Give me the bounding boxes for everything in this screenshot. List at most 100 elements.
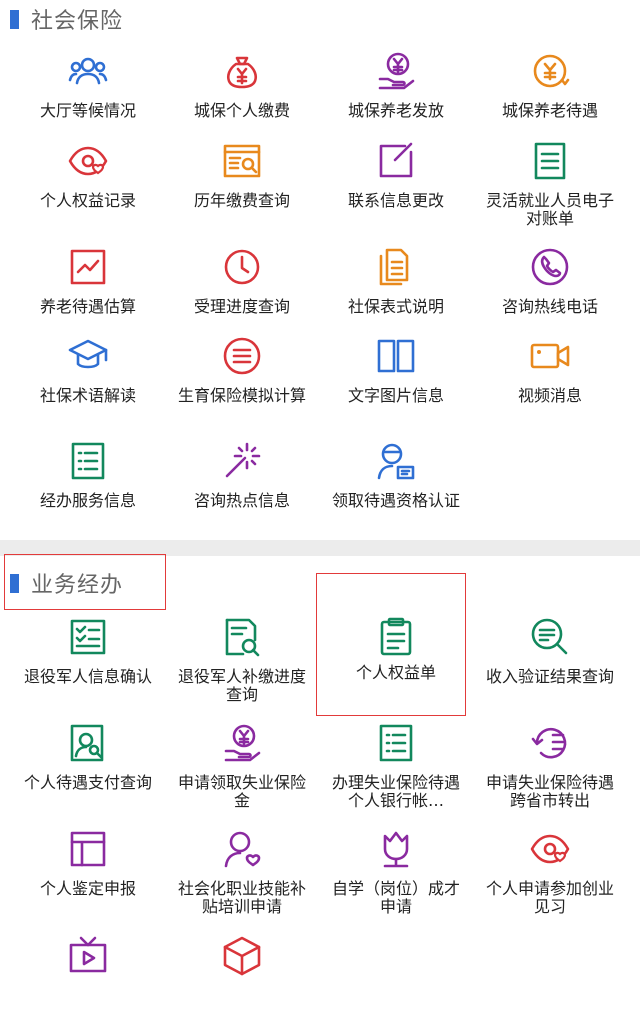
grid-item[interactable]: 城保养老待遇	[480, 50, 620, 150]
grid-item[interactable]: 城保养老发放	[326, 50, 466, 150]
eye-heart-icon	[529, 828, 571, 870]
grid-item-label: 生育保险模拟计算	[177, 387, 306, 405]
grid-item-label: 社会化职业技能补贴培训申请	[177, 880, 306, 916]
grid-item-label: 灵活就业人员电子对账单	[485, 192, 614, 228]
grid-item[interactable]: 咨询热线电话	[480, 246, 620, 346]
grid-item-label: 退役军人补缴进度查询	[177, 668, 306, 704]
list-document-icon	[67, 440, 109, 482]
grid-item[interactable]: 经办服务信息	[18, 440, 158, 540]
grid-item-label: 个人权益单	[355, 664, 436, 682]
section-accent-bar	[10, 9, 19, 29]
file-stack-icon	[375, 246, 417, 288]
grid-item[interactable]: 城保个人缴费	[172, 50, 312, 150]
grid-item[interactable]: 视频消息	[480, 335, 620, 435]
layout-icon	[67, 828, 109, 870]
grid-item-label: 历年缴费查询	[193, 192, 290, 210]
grid-item-label: 视频消息	[517, 387, 582, 405]
grid-item-label: 社保术语解读	[39, 387, 136, 405]
grid-item[interactable]: 申请领取失业保险金	[172, 722, 312, 822]
grid-item[interactable]	[18, 935, 158, 1035]
yuan-refresh-icon	[529, 50, 571, 92]
grid-item-label: 联系信息更改	[347, 192, 444, 210]
grid-item-label: 申请领取失业保险金	[177, 774, 306, 810]
document-search-icon	[221, 140, 263, 182]
grid-item-label: 收入验证结果查询	[485, 668, 614, 686]
person-search-icon	[67, 722, 109, 764]
grid-item[interactable]: 自学（岗位）成才申请	[326, 828, 466, 928]
grid-item-label: 文字图片信息	[347, 387, 444, 405]
grid-item-label: 申请失业保险待遇跨省市转出	[485, 774, 614, 810]
user-heart-icon	[221, 828, 263, 870]
section-title-social: 社会保险	[31, 9, 124, 34]
grid-item-label: 大厅等候情况	[39, 102, 136, 120]
tv-play-icon	[67, 935, 109, 977]
graduation-cap-icon	[67, 335, 109, 377]
highlight-box-section-title	[4, 554, 166, 610]
grid-item[interactable]: 个人待遇支付查询	[18, 722, 158, 822]
eye-heart-icon	[67, 140, 109, 182]
grid-item-label: 个人权益记录	[39, 192, 136, 210]
user-verify-icon	[375, 440, 417, 482]
yuan-hand-icon	[221, 722, 263, 764]
cube-icon	[221, 935, 263, 977]
video-camera-icon	[529, 335, 571, 377]
grid-item[interactable]: 个人权益单	[326, 616, 466, 716]
grid-item[interactable]: 办理失业保险待遇个人银行帐…	[326, 722, 466, 822]
section-header-social: 社会保险	[10, 2, 123, 36]
grid-item-label: 领取待遇资格认证	[331, 492, 460, 510]
grid-item[interactable]: 个人权益记录	[18, 140, 158, 240]
magic-wand-icon	[221, 440, 263, 482]
grid-item[interactable]: 社保术语解读	[18, 335, 158, 435]
clock-icon	[221, 246, 263, 288]
grid-item-label: 养老待遇估算	[39, 298, 136, 316]
grid-item[interactable]: 受理进度查询	[172, 246, 312, 346]
grid-item-label: 城保个人缴费	[193, 102, 290, 120]
grid-item-label: 个人待遇支付查询	[23, 774, 152, 792]
grid-item-label: 经办服务信息	[39, 492, 136, 510]
list-circle-icon	[221, 335, 263, 377]
trend-chart-icon	[67, 246, 109, 288]
grid-item-label: 城保养老发放	[347, 102, 444, 120]
grid-item[interactable]: 社保表式说明	[326, 246, 466, 346]
grid-item-label: 自学（岗位）成才申请	[331, 880, 460, 916]
users-icon	[67, 50, 109, 92]
grid-item[interactable]: 养老待遇估算	[18, 246, 158, 346]
yuan-hand-icon	[375, 50, 417, 92]
grid-item-label: 社保表式说明	[347, 298, 444, 316]
grid-item[interactable]: 联系信息更改	[326, 140, 466, 240]
document-lines-icon	[529, 140, 571, 182]
book-icon	[375, 335, 417, 377]
phone-icon	[529, 246, 571, 288]
grid-item[interactable]: 领取待遇资格认证	[326, 440, 466, 540]
grid-item-label: 办理失业保险待遇个人银行帐…	[331, 774, 460, 810]
grid-item[interactable]: 生育保险模拟计算	[172, 335, 312, 435]
grid-item[interactable]: 大厅等候情况	[18, 50, 158, 150]
grid-item-label: 受理进度查询	[193, 298, 290, 316]
grid-item[interactable]: 历年缴费查询	[172, 140, 312, 240]
checklist-icon	[67, 616, 109, 658]
magnifier-lines-icon	[529, 616, 571, 658]
clipboard-icon	[375, 616, 417, 658]
grid-item[interactable]: 申请失业保险待遇跨省市转出	[480, 722, 620, 822]
grid-item[interactable]	[172, 935, 312, 1035]
grid-item[interactable]: 个人鉴定申报	[18, 828, 158, 928]
grid-item[interactable]: 灵活就业人员电子对账单	[480, 140, 620, 240]
grid-item[interactable]: 文字图片信息	[326, 335, 466, 435]
grid-item[interactable]: 个人申请参加创业见习	[480, 828, 620, 928]
list-document-icon	[375, 722, 417, 764]
grid-item-label: 咨询热线电话	[501, 298, 598, 316]
grid-item[interactable]: 收入验证结果查询	[480, 616, 620, 716]
history-icon	[529, 722, 571, 764]
grid-item[interactable]: 社会化职业技能补贴培训申请	[172, 828, 312, 928]
grid-item[interactable]: 退役军人补缴进度查询	[172, 616, 312, 716]
grid-item-label: 咨询热点信息	[193, 492, 290, 510]
grid-item[interactable]: 咨询热点信息	[172, 440, 312, 540]
edit-icon	[375, 140, 417, 182]
grid-item-label: 退役军人信息确认	[23, 668, 152, 686]
document-magnifier-icon	[221, 616, 263, 658]
grid-item-label: 个人鉴定申报	[39, 880, 136, 898]
grid-item-label: 城保养老待遇	[501, 102, 598, 120]
grid-item[interactable]: 退役军人信息确认	[18, 616, 158, 716]
tulip-icon	[375, 828, 417, 870]
grid-item-label: 个人申请参加创业见习	[485, 880, 614, 916]
